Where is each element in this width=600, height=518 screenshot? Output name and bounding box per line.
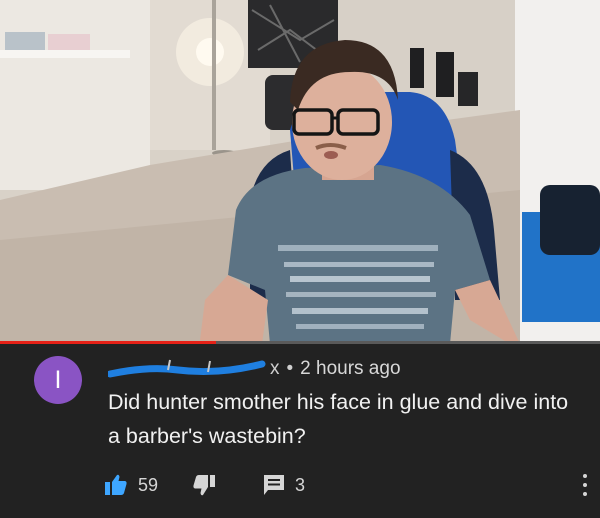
like-count: 59 — [138, 474, 159, 495]
author-name-tail[interactable]: x — [270, 358, 280, 380]
reply-button[interactable]: 3 — [262, 473, 305, 497]
video-frame[interactable] — [0, 0, 600, 344]
video-scene — [0, 0, 600, 344]
comment-actions: 59 3 — [104, 470, 305, 500]
like-button[interactable]: 59 — [104, 473, 158, 497]
thumbs-up-icon — [105, 474, 127, 495]
comment-card: I x • 2 hours ago Did hunter smother his… — [0, 345, 600, 518]
author-name-redacted[interactable] — [108, 358, 266, 380]
reply-count: 3 — [295, 474, 306, 495]
comment-timestamp[interactable]: 2 hours ago — [300, 358, 400, 380]
avatar-letter: I — [54, 365, 62, 394]
avatar[interactable]: I — [34, 356, 82, 404]
comment-meta: x • 2 hours ago — [108, 357, 401, 381]
reply-icon — [264, 475, 285, 495]
dislike-button[interactable] — [192, 473, 216, 497]
meta-separator: • — [286, 358, 294, 379]
comment-text: Did hunter smother his face in glue and … — [108, 390, 569, 448]
thumbs-down-icon — [193, 475, 216, 496]
video-progress-fill — [0, 341, 216, 344]
video-progress-bar[interactable] — [0, 341, 600, 344]
more-vertical-icon[interactable] — [578, 469, 592, 501]
